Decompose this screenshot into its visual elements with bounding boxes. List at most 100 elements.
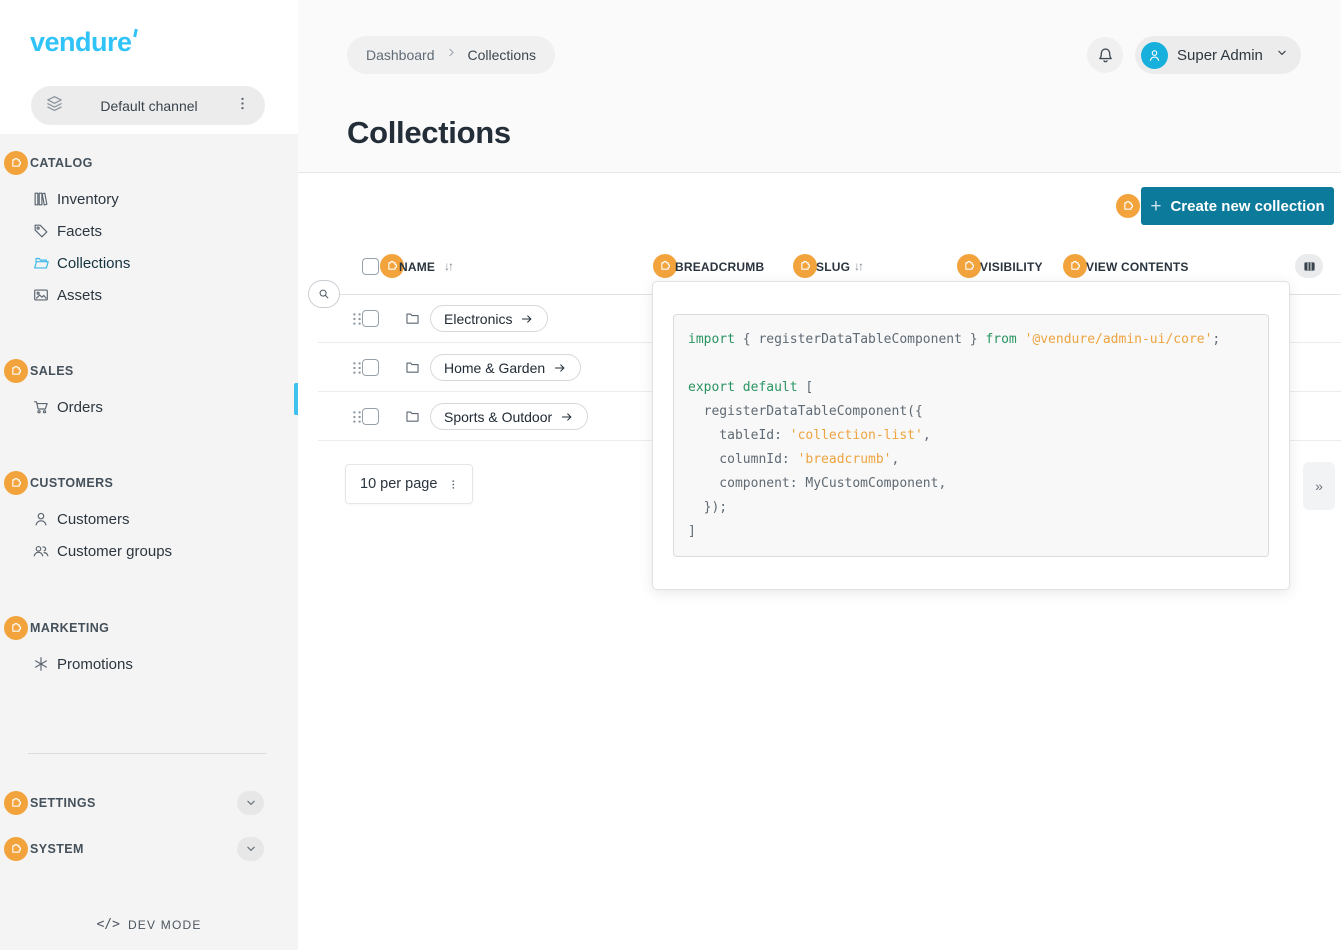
breadcrumb: Dashboard Collections <box>347 36 555 74</box>
page-content: + Create new collection NAME ↓↑ BREADCRU… <box>298 174 1341 950</box>
section-customers[interactable]: CUSTOMERS <box>0 470 298 496</box>
sidebar-item-customer-groups[interactable]: Customer groups <box>0 535 298 567</box>
dev-extension-badge[interactable] <box>1116 194 1140 218</box>
folder-open-icon <box>32 254 50 272</box>
collection-name: Electronics <box>444 311 512 327</box>
row-checkbox[interactable] <box>362 408 379 425</box>
column-settings-button[interactable] <box>1295 254 1323 278</box>
chevron-down-icon <box>1275 46 1289 65</box>
dev-extension-badge[interactable] <box>957 254 981 278</box>
expand-settings-button[interactable] <box>237 791 264 815</box>
section-sales[interactable]: SALES <box>0 358 298 384</box>
folder-icon <box>404 408 421 425</box>
select-all-checkbox[interactable] <box>362 258 379 275</box>
collection-link[interactable]: Sports & Outdoor <box>430 403 588 430</box>
sidebar-item-collections[interactable]: Collections <box>0 247 298 279</box>
collection-name: Sports & Outdoor <box>444 409 552 425</box>
code-icon: </> <box>96 917 119 932</box>
column-header-visibility: VISIBILITY <box>980 260 1043 274</box>
column-header-slug[interactable]: SLUG <box>816 260 850 274</box>
sidebar-item-label: Promotions <box>57 656 133 673</box>
chevron-down-icon <box>244 842 258 856</box>
breadcrumb-dashboard[interactable]: Dashboard <box>366 47 435 63</box>
dev-extension-badge[interactable] <box>1063 254 1087 278</box>
items-per-page-selector[interactable]: 10 per page <box>345 464 473 504</box>
collection-link[interactable]: Home & Garden <box>430 354 581 381</box>
sidebar-item-label: Customers <box>57 511 130 528</box>
section-marketing[interactable]: MARKETING <box>0 615 298 641</box>
section-label: SETTINGS <box>30 796 96 810</box>
user-icon <box>1147 48 1162 63</box>
section-system[interactable]: SYSTEM <box>0 836 298 862</box>
code-line: }); <box>688 496 1254 520</box>
avatar <box>1141 42 1168 69</box>
code-line: import { registerDataTableComponent } fr… <box>688 328 1254 352</box>
column-header-view-contents: VIEW CONTENTS <box>1086 260 1189 274</box>
image-icon <box>32 286 50 304</box>
logo-text: vendure <box>30 27 132 57</box>
chevron-right-icon <box>445 46 458 64</box>
next-page-button[interactable]: » <box>1303 462 1335 510</box>
folder-icon <box>404 359 421 376</box>
dev-extension-badge[interactable] <box>4 616 28 640</box>
sort-icon[interactable]: ↓↑ <box>444 259 452 273</box>
folder-icon <box>404 310 421 327</box>
page-title: Collections <box>347 115 511 151</box>
logo-tick <box>133 29 138 37</box>
sidebar-item-inventory[interactable]: Inventory <box>0 183 298 215</box>
sidebar-nav: CATALOG Inventory Facets Collections <box>0 134 298 950</box>
dev-mode-toggle[interactable]: </> DEV MODE <box>0 917 298 932</box>
layers-icon <box>45 94 64 118</box>
section-label: MARKETING <box>30 621 109 635</box>
dev-extension-badge[interactable] <box>4 791 28 815</box>
dev-extension-badge[interactable] <box>793 254 817 278</box>
dev-extension-badge[interactable] <box>653 254 677 278</box>
section-label: CUSTOMERS <box>30 476 113 490</box>
user-menu[interactable]: Super Admin <box>1135 36 1301 74</box>
column-header-name[interactable]: NAME <box>399 260 435 274</box>
dev-extension-badge[interactable] <box>4 359 28 383</box>
dev-mode-label: DEV MODE <box>128 918 202 932</box>
sidebar-item-facets[interactable]: Facets <box>0 215 298 247</box>
dev-extension-badge[interactable] <box>4 837 28 861</box>
books-icon <box>32 190 50 208</box>
vendure-logo[interactable]: vendure <box>30 27 137 58</box>
create-button-label: Create new collection <box>1170 198 1324 215</box>
chevron-down-icon <box>244 796 258 810</box>
arrow-right-icon <box>553 361 567 375</box>
breadcrumb-collections[interactable]: Collections <box>468 47 536 63</box>
arrow-right-icon <box>520 312 534 326</box>
tag-icon <box>32 222 50 240</box>
code-line: registerDataTableComponent({ <box>688 400 1254 424</box>
row-checkbox[interactable] <box>362 310 379 327</box>
sidebar-item-orders[interactable]: Orders <box>0 391 298 423</box>
expand-system-button[interactable] <box>237 837 264 861</box>
sidebar-item-customers[interactable]: Customers <box>0 503 298 535</box>
sort-icon[interactable]: ↓↑ <box>854 259 862 273</box>
code-line: export default [ <box>688 376 1254 400</box>
code-line: component: MyCustomComponent, <box>688 472 1254 496</box>
dev-mode-popover: import { registerDataTableComponent } fr… <box>652 281 1290 590</box>
section-catalog[interactable]: CATALOG <box>0 150 298 176</box>
create-new-collection-button[interactable]: + Create new collection <box>1141 187 1334 225</box>
collection-link[interactable]: Electronics <box>430 305 548 332</box>
kebab-icon[interactable] <box>447 477 460 492</box>
sidebar-item-promotions[interactable]: Promotions <box>0 648 298 680</box>
section-settings[interactable]: SETTINGS <box>0 790 298 816</box>
kebab-icon[interactable] <box>234 95 251 117</box>
channel-label: Default channel <box>64 98 234 114</box>
columns-icon <box>1302 259 1317 274</box>
notifications-button[interactable] <box>1087 37 1123 73</box>
sparkle-icon <box>32 655 50 673</box>
users-icon <box>32 542 50 560</box>
channel-selector[interactable]: Default channel <box>31 86 265 125</box>
sidebar: vendure Default channel CATALOG Inventor… <box>0 0 298 950</box>
code-line: ] <box>688 520 1254 544</box>
collection-name: Home & Garden <box>444 360 545 376</box>
dev-extension-badge[interactable] <box>4 151 28 175</box>
section-label: CATALOG <box>30 156 93 170</box>
dev-extension-badge[interactable] <box>4 471 28 495</box>
row-checkbox[interactable] <box>362 359 379 376</box>
sidebar-item-assets[interactable]: Assets <box>0 279 298 311</box>
user-icon <box>32 510 50 528</box>
